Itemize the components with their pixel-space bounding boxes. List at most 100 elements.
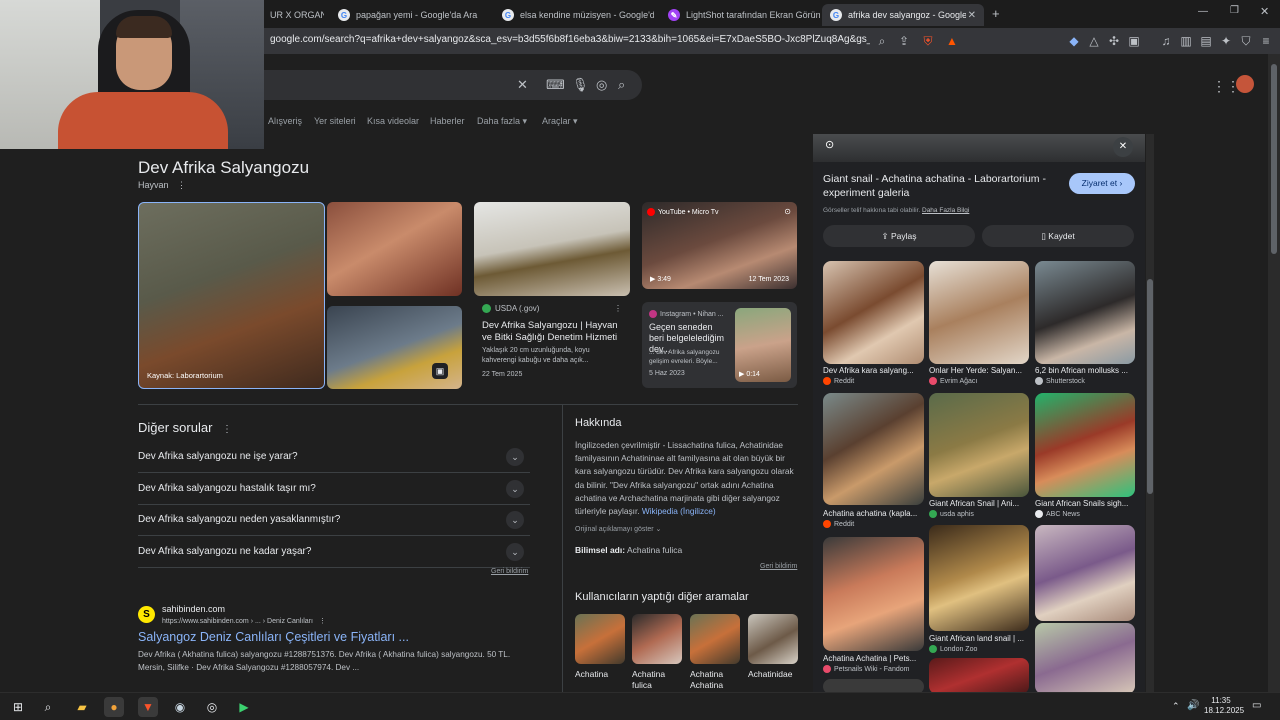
result-image[interactable]: [1035, 525, 1135, 621]
rewards-icon[interactable]: ▲: [944, 33, 960, 49]
more-info-link[interactable]: Daha Fazla Bilgi: [922, 207, 969, 214]
share-icon[interactable]: ⇪: [896, 33, 912, 49]
related-label[interactable]: Achatina fulica: [632, 669, 684, 691]
filter-shopping[interactable]: Alışveriş: [268, 116, 302, 126]
panel-scrollbar[interactable]: [1146, 134, 1154, 692]
wikipedia-link[interactable]: Wikipedia (İngilizce): [642, 506, 716, 516]
image-search-icon[interactable]: ▣: [432, 363, 448, 379]
result-title[interactable]: Salyangoz Deniz Canlıları Çeşitleri ve F…: [138, 630, 409, 644]
steam-icon[interactable]: ◉: [170, 697, 190, 717]
preview-image[interactable]: [813, 134, 1145, 162]
leo-icon[interactable]: ✦: [1218, 33, 1234, 49]
puzzle-icon[interactable]: ✣: [1106, 33, 1122, 49]
result-image[interactable]: [929, 261, 1029, 364]
filter-more[interactable]: Daha fazla ▾: [477, 116, 527, 127]
result-image[interactable]: [1035, 393, 1135, 497]
result-image[interactable]: [929, 658, 1029, 692]
youtube-video-thumbnail[interactable]: YouTube • Micro Tv ⊙ ▶ 3:49 12 Tem 2023: [642, 202, 797, 289]
menu-icon[interactable]: ≡: [1258, 33, 1274, 49]
more-options-icon[interactable]: ⋮: [177, 180, 186, 190]
share-button[interactable]: ⇪ Paylaş: [823, 225, 975, 247]
tray-chevron-icon[interactable]: ⌃: [1172, 701, 1180, 712]
result-image[interactable]: [823, 261, 924, 364]
zoom-icon[interactable]: ⌕: [874, 33, 890, 49]
result-image[interactable]: [823, 679, 924, 692]
result-image[interactable]: [1035, 623, 1135, 692]
app-icon[interactable]: ●: [104, 697, 124, 717]
main-snail-image[interactable]: Kaynak: Laborartorium: [138, 202, 325, 389]
avatar[interactable]: [1236, 75, 1254, 93]
vpn-icon[interactable]: ⛉: [1238, 33, 1254, 49]
tab-lightshot[interactable]: ✎ LightShot tarafından Ekran Görüntü: [660, 4, 820, 26]
related-image[interactable]: [632, 614, 682, 664]
search-box[interactable]: ✕ ⌨ 🎙 ◎ ⌕: [250, 70, 642, 100]
more-options-icon[interactable]: ⋮: [319, 618, 326, 625]
question-item[interactable]: Dev Afrika salyangozu ne kadar yaşar? ⌄: [138, 536, 530, 568]
tab-organi[interactable]: UR X ORGANI: [262, 4, 324, 26]
image-caption[interactable]: Achatina achatina (kapla...: [823, 509, 923, 518]
app-icon[interactable]: ▶: [234, 697, 254, 717]
related-image[interactable]: [575, 614, 625, 664]
extension-icon[interactable]: △: [1086, 33, 1102, 49]
question-item[interactable]: Dev Afrika salyangozu neden yasaklanmışt…: [138, 504, 530, 536]
image-caption[interactable]: Giant African Snail | Ani...: [929, 499, 1029, 508]
filter-sites[interactable]: Yer siteleri: [314, 116, 356, 126]
lens-icon[interactable]: ◎: [596, 77, 607, 93]
image-caption[interactable]: Onlar Her Yerde: Salyan...: [929, 366, 1029, 375]
more-options-icon[interactable]: ⋮: [222, 424, 232, 435]
extension-icon[interactable]: ◆: [1066, 33, 1082, 49]
image-caption[interactable]: Dev Afrika kara salyang...: [823, 366, 923, 375]
brave-browser-icon[interactable]: ▼: [138, 697, 158, 717]
tab-elsa[interactable]: Gelsa kendine müzisyen - Google'da A: [494, 4, 654, 26]
page-scroll-thumb[interactable]: [1271, 64, 1277, 254]
panel-title[interactable]: Giant snail - Achatina achatina - Labora…: [823, 172, 1058, 200]
save-button[interactable]: ▯ Kaydet: [982, 225, 1134, 247]
related-label[interactable]: Achatina: [575, 669, 627, 680]
question-item[interactable]: Dev Afrika salyangozu hastalık taşır mı?…: [138, 473, 530, 505]
result-image[interactable]: [823, 537, 924, 651]
result-image[interactable]: [929, 525, 1029, 631]
new-tab-button[interactable]: +: [992, 6, 1000, 21]
related-label[interactable]: Achatina Achatina: [690, 669, 742, 691]
lens-icon[interactable]: ⊙: [825, 138, 834, 151]
result-url[interactable]: https://www.sahibinden.com › ... › Deniz…: [162, 617, 326, 625]
result-image[interactable]: [1035, 261, 1135, 364]
close-tab-icon[interactable]: ✕: [968, 10, 976, 21]
snail-image[interactable]: ▣: [327, 306, 462, 389]
screenshot-icon[interactable]: ▣: [1126, 33, 1142, 49]
feedback-link[interactable]: Geri bildirim: [491, 568, 528, 575]
tab-active-afrika[interactable]: Gafrika dev salyangoz - Google'da ✕: [822, 4, 984, 26]
tab-papagan[interactable]: Gpapağan yemi - Google'da Ara: [330, 4, 490, 26]
feedback-link[interactable]: Geri bildirim: [760, 563, 797, 570]
visit-button[interactable]: Ziyaret et ›: [1069, 173, 1135, 194]
close-window-icon[interactable]: ✕: [1260, 5, 1269, 18]
related-image[interactable]: [748, 614, 798, 664]
filter-tools[interactable]: Araçlar ▾: [542, 116, 578, 127]
image-caption[interactable]: Giant African Snails sigh...: [1035, 499, 1135, 508]
windows-start-icon[interactable]: ⊞: [8, 697, 28, 717]
minimize-icon[interactable]: —: [1198, 6, 1208, 17]
filter-news[interactable]: Haberler: [430, 116, 465, 126]
sidebar-icon[interactable]: ▥: [1178, 33, 1194, 49]
usda-card-title[interactable]: Dev Afrika Salyangozu | Hayvan ve Bitki …: [482, 320, 622, 344]
obs-icon[interactable]: ◎: [202, 697, 222, 717]
mic-icon[interactable]: 🎙: [572, 77, 589, 93]
url-field[interactable]: google.com/search?q=afrika+dev+salyangoz…: [270, 34, 870, 45]
search-icon[interactable]: ⌕: [38, 697, 58, 717]
volume-icon[interactable]: 🔊: [1187, 700, 1199, 711]
image-caption[interactable]: Giant African land snail | ...: [929, 634, 1029, 643]
question-item[interactable]: Dev Afrika salyangozu ne işe yarar? ⌄: [138, 441, 530, 473]
system-clock[interactable]: 11:35 18.12.2025: [1204, 696, 1244, 716]
panel-scroll-thumb[interactable]: [1147, 279, 1153, 494]
result-site[interactable]: sahibinden.com: [162, 604, 225, 614]
maximize-icon[interactable]: ❐: [1230, 5, 1239, 16]
brave-shield-icon[interactable]: ⛨: [920, 33, 936, 49]
related-image[interactable]: [690, 614, 740, 664]
instagram-thumbnail[interactable]: ▶ 0:14: [735, 308, 791, 382]
show-original-link[interactable]: Orijinal açıklamayı göster ⌄: [575, 525, 661, 533]
more-options-icon[interactable]: ⋮: [614, 304, 622, 313]
filter-short-videos[interactable]: Kısa videolar: [367, 116, 419, 126]
expand-icon[interactable]: ⊙: [784, 207, 791, 216]
notification-icon[interactable]: ▭: [1252, 700, 1261, 711]
keyboard-icon[interactable]: ⌨: [546, 77, 565, 93]
